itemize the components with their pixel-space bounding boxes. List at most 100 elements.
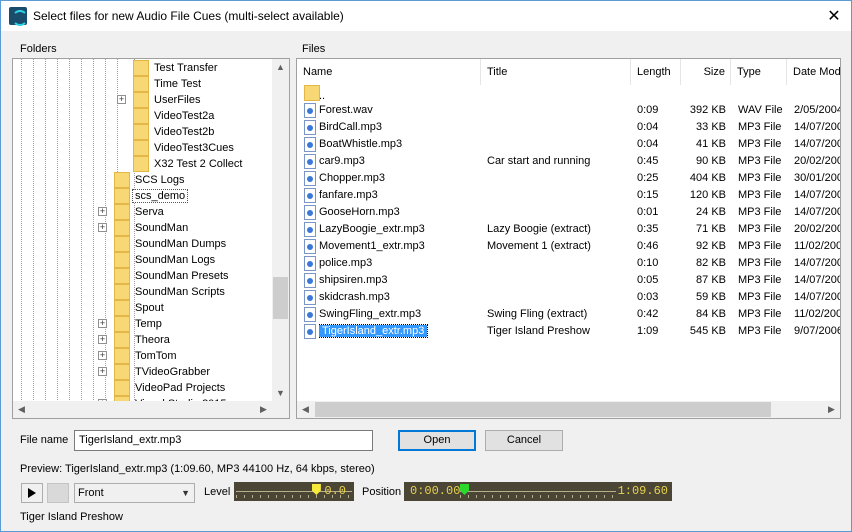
folder-item[interactable]: scs_demo xyxy=(114,188,189,204)
file-row[interactable]: skidcrash.mp3 0:03 59 KB MP3 File 14/07/200 xyxy=(297,289,840,306)
folder-item[interactable]: SoundMan Logs xyxy=(114,252,217,268)
open-button[interactable]: Open xyxy=(398,430,476,451)
folder-label: VideoTest2b xyxy=(154,126,215,138)
file-row[interactable]: Chopper.mp3 0:25 404 KB MP3 File 30/01/200 xyxy=(297,170,841,187)
folder-label: UserFiles xyxy=(154,94,201,106)
device-select[interactable]: Front ▼ xyxy=(74,483,195,503)
file-length: 0:04 xyxy=(637,138,659,150)
filename-input[interactable]: TigerIsland_extr.mp3 xyxy=(74,430,373,451)
folder-icon xyxy=(133,92,149,108)
audio-file-icon xyxy=(304,154,316,169)
folder-item[interactable]: VideoTest3Cues xyxy=(133,140,236,156)
scroll-right-icon[interactable]: ▶ xyxy=(823,401,840,418)
folder-label: TVideoGrabber xyxy=(135,366,211,378)
audio-file-icon xyxy=(304,273,316,288)
folder-item[interactable]: + Temp xyxy=(98,316,164,332)
file-row[interactable]: GooseHorn.mp3 0:01 24 KB MP3 File 14/07/200 xyxy=(297,204,840,221)
file-row[interactable]: car9.mp3 Car start and running 0:45 90 KB MP… xyxy=(297,153,840,170)
file-type: MP3 File xyxy=(738,121,782,133)
level-slider[interactable]: 0.0 xyxy=(234,482,354,501)
file-row[interactable]: BirdCall.mp3 0:04 33 KB MP3 File 14/07/200 xyxy=(297,119,841,136)
position-thumb[interactable] xyxy=(460,484,469,495)
folder-item[interactable]: + TomTom xyxy=(98,348,179,364)
folder-item[interactable]: + Theora xyxy=(98,332,172,348)
column-header-name[interactable]: Name xyxy=(297,59,481,85)
file-title xyxy=(487,289,633,306)
close-button[interactable]: ✕ xyxy=(817,1,851,31)
folders-tree[interactable]: Test Transfer Time Test + UserFiles VideoTes… xyxy=(12,58,290,419)
folders-vertical-scrollbar[interactable]: ▲ ▼ xyxy=(272,59,289,402)
folder-item[interactable]: VideoTest2b xyxy=(133,124,216,140)
file-type: MP3 File xyxy=(738,206,782,218)
file-row[interactable]: fanfare.mp3 0:15 120 KB MP3 File 14/07/200 xyxy=(297,187,840,204)
scroll-left-icon[interactable]: ◀ xyxy=(13,401,30,418)
scroll-thumb[interactable] xyxy=(315,402,771,417)
file-row[interactable]: TigerIsland_extr.mp3 Tiger Island Preshow… xyxy=(297,323,840,340)
folders-horizontal-scrollbar[interactable]: ◀ ▶ xyxy=(13,401,272,418)
folder-item[interactable]: Test Transfer xyxy=(133,60,220,76)
file-row[interactable]: BoatWhistle.mp3 0:04 41 KB MP3 File 14/07/20… xyxy=(297,136,840,153)
expand-icon[interactable]: + xyxy=(98,223,107,232)
file-name: Movement1_extr.mp3 xyxy=(319,240,425,252)
folder-item[interactable]: + UserFiles xyxy=(117,92,202,108)
folder-item[interactable]: VideoPad Projects xyxy=(114,380,227,396)
folder-item[interactable]: + Serva xyxy=(98,204,166,220)
folder-item[interactable]: + TVideoGrabber xyxy=(98,364,212,380)
folder-item[interactable]: Spout xyxy=(114,300,166,316)
scroll-thumb[interactable] xyxy=(273,277,288,319)
scroll-up-icon[interactable]: ▲ xyxy=(272,59,289,76)
expand-icon[interactable]: + xyxy=(98,351,107,360)
column-header-date[interactable]: Date Modi xyxy=(787,59,840,85)
file-name: Forest.wav xyxy=(319,104,373,116)
column-header-size[interactable]: Size xyxy=(681,59,731,85)
expand-icon[interactable]: + xyxy=(117,95,126,104)
expand-icon[interactable]: + xyxy=(98,207,107,216)
file-size: 120 KB xyxy=(689,189,726,201)
file-row[interactable]: Movement1_extr.mp3 Movement 1 (extract) 0:… xyxy=(297,238,840,255)
cancel-button[interactable]: Cancel xyxy=(485,430,563,451)
tree-guide-line xyxy=(69,59,70,404)
scroll-left-icon[interactable]: ◀ xyxy=(297,401,314,418)
folder-item[interactable]: X32 Test 2 Collect xyxy=(133,156,244,172)
expand-icon[interactable]: + xyxy=(98,367,107,376)
file-title: Swing Fling (extract) xyxy=(487,308,588,320)
folder-item[interactable]: SoundMan Dumps xyxy=(114,236,228,252)
file-size: 87 KB xyxy=(696,274,726,286)
file-type: MP3 File xyxy=(738,325,782,337)
folder-item[interactable]: VideoTest2a xyxy=(133,108,216,124)
title-bar: Select files for new Audio File Cues (mu… xyxy=(1,1,851,31)
preview-info: Preview: TigerIsland_extr.mp3 (1:09.60, … xyxy=(20,463,375,475)
file-row[interactable]: LazyBoogie_extr.mp3 Lazy Boogie (extract)… xyxy=(297,221,840,238)
expand-icon[interactable]: + xyxy=(98,335,107,344)
stop-button[interactable] xyxy=(47,483,69,503)
column-header-type[interactable]: Type xyxy=(731,59,787,85)
file-row[interactable]: Forest.wav 0:09 392 KB WAV File 2/05/2004 xyxy=(297,102,840,119)
folder-item[interactable]: Time Test xyxy=(133,76,203,92)
file-type: MP3 File xyxy=(738,291,782,303)
folder-item[interactable]: SoundMan Presets xyxy=(114,268,231,284)
file-row[interactable]: police.mp3 0:10 82 KB MP3 File 14/07/200 xyxy=(297,255,840,272)
file-name: fanfare.mp3 xyxy=(319,189,378,201)
file-length: 0:01 xyxy=(637,206,659,218)
position-slider[interactable]: 0:00.00 1:09.60 xyxy=(404,482,672,501)
scroll-right-icon[interactable]: ▶ xyxy=(255,401,272,418)
file-row[interactable]: shipsiren.mp3 0:05 87 KB MP3 File 14/07/200 xyxy=(297,272,841,289)
column-header-length[interactable]: Length xyxy=(631,59,681,85)
files-horizontal-scrollbar[interactable]: ◀ ▶ xyxy=(297,401,840,418)
column-header-title[interactable]: Title xyxy=(481,59,631,85)
expand-icon[interactable]: + xyxy=(98,319,107,328)
folder-item[interactable]: + SoundMan xyxy=(98,220,190,236)
file-date: 14/07/200 xyxy=(794,274,841,286)
play-button[interactable] xyxy=(21,483,43,503)
level-thumb[interactable] xyxy=(311,484,321,495)
file-row[interactable]: SwingFling_extr.mp3 Swing Fling (extract)… xyxy=(297,306,840,323)
folder-item[interactable]: SCS Logs xyxy=(114,172,187,188)
file-size: 82 KB xyxy=(696,257,726,269)
scroll-down-icon[interactable]: ▼ xyxy=(272,385,289,402)
file-date: 14/07/200 xyxy=(794,121,841,133)
files-list[interactable]: Name Title Length Size Type Date Modi ..… xyxy=(296,58,841,419)
parent-folder-row[interactable]: .. xyxy=(297,85,840,102)
file-date: 30/01/200 xyxy=(794,172,841,184)
folder-label: TomTom xyxy=(135,350,177,362)
folder-item[interactable]: SoundMan Scripts xyxy=(114,284,227,300)
